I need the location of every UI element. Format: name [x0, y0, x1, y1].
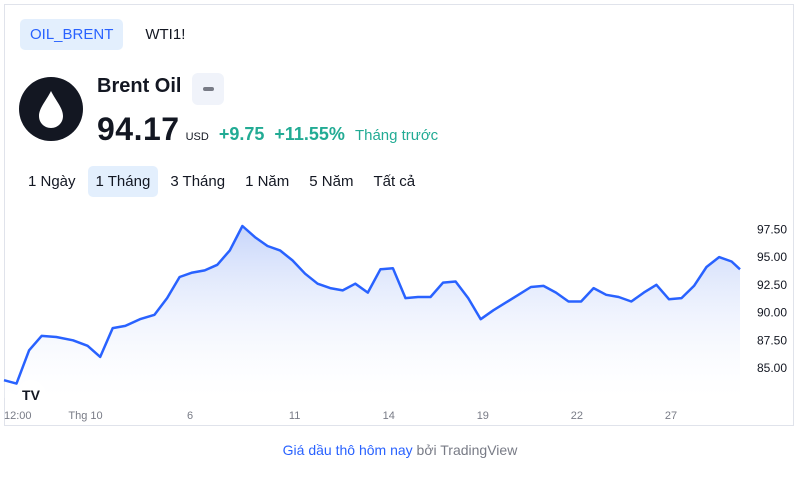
range-tab-1y[interactable]: 1 Năm: [237, 166, 297, 197]
price-change: +9.75: [218, 124, 265, 144]
change-period-label: Tháng trước: [354, 127, 439, 144]
y-tick-label: 90.00: [757, 306, 787, 320]
x-tick-label: Thg 10: [68, 410, 102, 422]
symbol-tabs: OIL_BRENT WTI1!: [20, 19, 195, 50]
price-row: 94.17 USD +9.75 +11.55% Tháng trước: [97, 111, 438, 148]
y-tick-label: 97.50: [757, 222, 787, 236]
tab-oil-brent[interactable]: OIL_BRENT: [20, 19, 124, 50]
x-tick-label: 12:00: [4, 410, 32, 422]
last-price: 94.17: [97, 111, 180, 147]
tradingview-logo-icon[interactable]: TV: [16, 380, 46, 410]
y-tick-label: 95.00: [757, 250, 787, 264]
x-tick-label: 19: [477, 410, 489, 422]
x-tick-label: 27: [665, 410, 677, 422]
tab-wti[interactable]: WTI1!: [135, 19, 195, 50]
x-tick-label: 14: [383, 410, 395, 422]
range-tab-1m[interactable]: 1 Tháng: [87, 166, 159, 197]
currency-label: USD: [185, 131, 209, 143]
x-tick-label: 22: [571, 410, 583, 422]
widget-caption: Giá dầu thô hôm nay bởi TradingView: [0, 442, 800, 458]
range-tab-1d[interactable]: 1 Ngày: [20, 166, 84, 197]
x-tick-label: 6: [187, 410, 193, 422]
market-status-badge[interactable]: [192, 73, 224, 105]
price-chart[interactable]: 97.50 95.00 92.50 90.00 87.50 85.00 12:00 Thg …: [0, 210, 794, 424]
oil-drop-icon: [19, 77, 83, 141]
y-tick-label: 87.50: [757, 333, 787, 347]
tradingview-logo-text: TV: [22, 387, 41, 403]
price-change-percent: +11.55%: [274, 124, 345, 144]
range-tabs: 1 Ngày 1 Tháng 3 Tháng 1 Năm 5 Năm Tất c…: [20, 166, 423, 197]
minus-icon: [203, 87, 214, 91]
y-tick-label: 92.50: [757, 278, 787, 292]
attribution-text: bởi TradingView: [416, 442, 518, 458]
x-tick-label: 11: [289, 410, 300, 422]
instrument-name: Brent Oil: [97, 75, 182, 97]
range-tab-5y[interactable]: 5 Năm: [301, 166, 361, 197]
price-area-fill: [4, 226, 740, 398]
y-tick-label: 85.00: [757, 361, 787, 375]
range-tab-all[interactable]: Tất cả: [365, 166, 423, 197]
range-tab-3m[interactable]: 3 Tháng: [162, 166, 233, 197]
crude-oil-price-link[interactable]: Giá dầu thô hôm nay: [283, 442, 413, 458]
